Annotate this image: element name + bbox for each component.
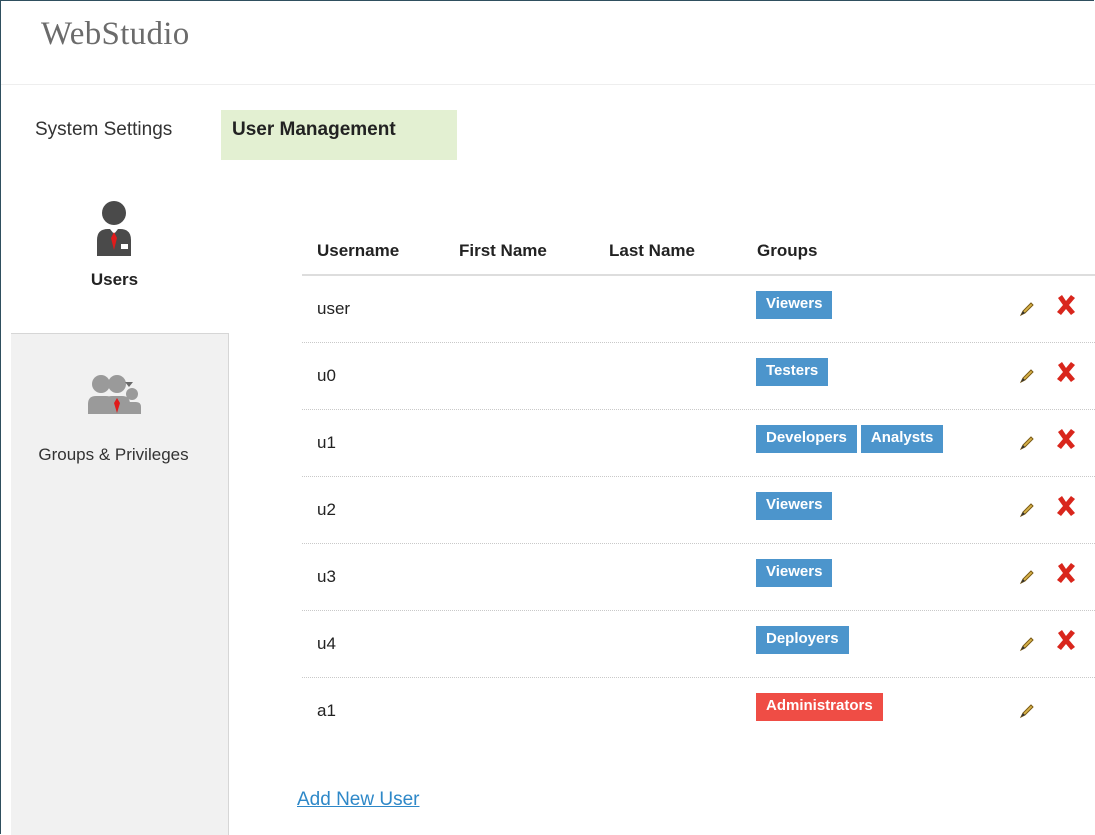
app-title: WebStudio [41, 16, 190, 52]
edit-pencil-icon[interactable] [1018, 434, 1036, 457]
table-row: user Viewers [302, 276, 1095, 343]
group-badge[interactable]: Viewers [756, 559, 833, 587]
delete-x-icon[interactable] [1054, 494, 1078, 523]
username-cell: u0 [317, 366, 336, 385]
delete-x-icon[interactable] [1054, 628, 1078, 657]
header-divider [1, 84, 1095, 85]
group-badge[interactable]: Testers [756, 358, 829, 386]
tab-user-management[interactable]: User Management [221, 110, 457, 160]
group-badges: Deployers [756, 626, 849, 654]
column-header-groups[interactable]: Groups [757, 241, 817, 261]
group-badges: Testers [756, 358, 829, 386]
sidebar-item-label: Users [90, 270, 139, 289]
edit-pencil-icon[interactable] [1018, 367, 1036, 390]
username-cell: u2 [317, 500, 336, 519]
sidebar-item-groups-privileges[interactable]: Groups & Privileges [11, 333, 229, 835]
table-row: u4 Deployers [302, 611, 1095, 678]
group-badge[interactable]: Viewers [756, 291, 833, 319]
delete-x-icon[interactable] [1054, 561, 1078, 590]
delete-x-icon[interactable] [1054, 427, 1078, 456]
username-cell: a1 [317, 701, 336, 720]
table-row: u0 Testers [302, 343, 1095, 410]
username-cell: u1 [317, 433, 336, 452]
group-badge[interactable]: Deployers [756, 626, 849, 654]
delete-x-icon[interactable] [1054, 293, 1078, 322]
table-row: a1 Administrators [302, 678, 1095, 745]
sidebar-item-users[interactable]: Users [1, 190, 228, 333]
sidebar-item-label: Groups & Privileges [38, 445, 189, 464]
column-header-first-name[interactable]: First Name [459, 241, 547, 261]
edit-pencil-icon[interactable] [1018, 568, 1036, 591]
column-header-username[interactable]: Username [317, 241, 399, 261]
group-badges: Viewers [756, 291, 833, 319]
add-new-user-link[interactable]: Add New User [297, 789, 420, 811]
column-header-last-name[interactable]: Last Name [609, 241, 695, 261]
delete-x-icon[interactable] [1054, 360, 1078, 389]
edit-pencil-icon[interactable] [1018, 635, 1036, 658]
table-row: u2 Viewers [302, 477, 1095, 544]
table-row: u3 Viewers [302, 544, 1095, 611]
group-badges: Viewers [756, 559, 833, 587]
edit-pencil-icon[interactable] [1018, 702, 1036, 725]
edit-pencil-icon[interactable] [1018, 300, 1036, 323]
groups-icon [87, 374, 145, 419]
tab-system-settings[interactable]: System Settings [24, 110, 183, 160]
table-row: u1 Developers Analysts [302, 410, 1095, 477]
group-badge[interactable]: Viewers [756, 492, 833, 520]
group-badge[interactable]: Administrators [756, 693, 883, 721]
group-badge[interactable]: Developers [756, 425, 857, 453]
username-cell: u4 [317, 634, 336, 653]
username-cell: u3 [317, 567, 336, 586]
user-icon [95, 200, 133, 261]
group-badges: Developers Analysts [756, 425, 944, 453]
group-badges: Administrators [756, 693, 883, 721]
edit-pencil-icon[interactable] [1018, 501, 1036, 524]
username-cell: user [317, 299, 351, 318]
group-badge[interactable]: Analysts [860, 425, 944, 453]
group-badges: Viewers [756, 492, 833, 520]
